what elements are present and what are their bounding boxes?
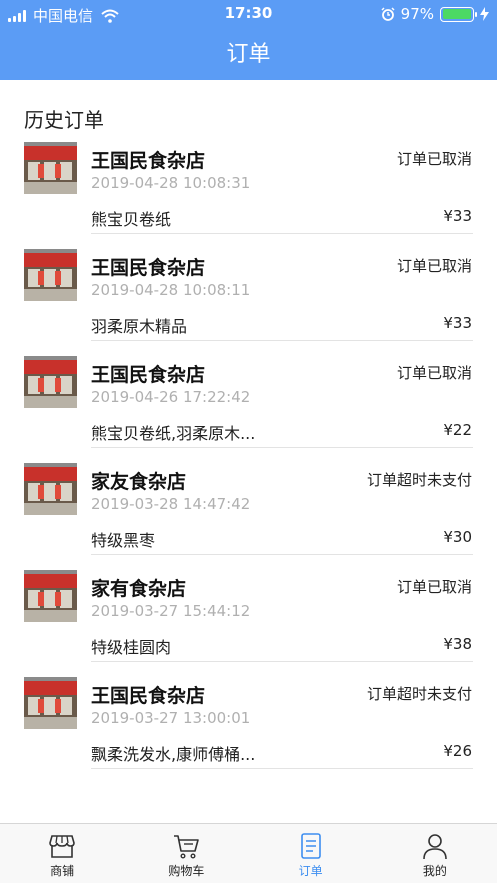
shop-thumbnail xyxy=(24,249,77,301)
order-item[interactable]: 王国民食杂店 订单已取消 2019-04-26 17:22:42 熊宝贝卷纸,羽… xyxy=(0,354,497,461)
shop-name: 王国民食杂店 xyxy=(91,685,206,707)
order-time: 2019-04-28 10:08:31 xyxy=(91,174,251,192)
order-items: 特级黑枣 xyxy=(91,531,156,550)
order-price: ¥33 xyxy=(443,207,472,225)
orders-icon xyxy=(300,833,321,859)
order-item[interactable]: 家友食杂店 订单超时未支付 2019-03-28 14:47:42 特级黑枣 ¥… xyxy=(0,461,497,568)
profile-icon xyxy=(423,834,447,860)
order-price: ¥30 xyxy=(443,528,472,546)
order-items: 熊宝贝卷纸 xyxy=(91,210,172,229)
shop-name: 家友食杂店 xyxy=(91,471,187,493)
tab-label: 订单 xyxy=(298,864,323,878)
order-item[interactable]: 家有食杂店 订单已取消 2019-03-27 15:44:12 特级桂圆肉 ¥3… xyxy=(0,568,497,675)
cart-icon xyxy=(174,835,200,859)
order-time: 2019-03-27 13:00:01 xyxy=(91,709,251,727)
divider xyxy=(91,661,473,662)
order-time: 2019-04-26 17:22:42 xyxy=(91,388,251,406)
divider xyxy=(91,233,473,234)
app-header: 中国电信 17:30 97% 订单 xyxy=(0,0,497,80)
tab-label: 我的 xyxy=(422,864,447,878)
shop-thumbnail xyxy=(24,463,77,515)
order-list: 王国民食杂店 订单已取消 2019-04-28 10:08:31 熊宝贝卷纸 ¥… xyxy=(0,140,497,782)
order-item[interactable]: 王国民食杂店 订单超时未支付 2019-03-27 13:00:01 飘柔洗发水… xyxy=(0,675,497,782)
order-status: 订单已取消 xyxy=(396,364,472,382)
order-items: 熊宝贝卷纸,羽柔原木... xyxy=(91,424,256,443)
shop-thumbnail xyxy=(24,142,77,194)
tab-label: 购物车 xyxy=(168,864,205,878)
order-price: ¥38 xyxy=(443,635,472,653)
battery-icon xyxy=(440,6,477,22)
shop-thumbnail xyxy=(24,677,77,729)
shop-thumbnail xyxy=(24,356,77,408)
order-status: 订单超时未支付 xyxy=(366,685,472,703)
order-time: 2019-04-28 10:08:11 xyxy=(91,281,251,299)
order-status: 订单已取消 xyxy=(396,578,472,596)
tab-label: 商铺 xyxy=(50,864,75,878)
order-items: 羽柔原木精品 xyxy=(91,317,188,336)
bottom-tab-bar: 商铺 购物车 订单 我的 xyxy=(0,823,497,883)
tab-store[interactable]: 商铺 xyxy=(0,824,124,883)
order-items: 特级桂圆肉 xyxy=(91,638,172,657)
divider xyxy=(91,554,473,555)
order-time: 2019-03-28 14:47:42 xyxy=(91,495,251,513)
status-bar: 中国电信 17:30 97% xyxy=(0,0,497,28)
tab-orders[interactable]: 订单 xyxy=(249,824,373,883)
section-title: 历史订单 xyxy=(24,108,104,132)
order-price: ¥26 xyxy=(443,742,472,760)
store-icon xyxy=(49,835,75,858)
order-items: 飘柔洗发水,康师傅桶... xyxy=(91,745,256,764)
battery-percent: 97% xyxy=(400,5,434,23)
shop-name: 家有食杂店 xyxy=(91,578,187,600)
shop-name: 王国民食杂店 xyxy=(91,364,206,386)
divider xyxy=(91,447,473,448)
order-status: 订单已取消 xyxy=(396,257,472,275)
order-price: ¥33 xyxy=(443,314,472,332)
shop-name: 王国民食杂店 xyxy=(91,150,206,172)
order-time: 2019-03-27 15:44:12 xyxy=(91,602,251,620)
charging-icon xyxy=(480,7,489,21)
order-status: 订单超时未支付 xyxy=(366,471,472,489)
divider xyxy=(91,340,473,341)
shop-name: 王国民食杂店 xyxy=(91,257,206,279)
order-price: ¥22 xyxy=(443,421,472,439)
tab-cart[interactable]: 购物车 xyxy=(124,824,248,883)
divider xyxy=(91,768,473,769)
order-status: 订单已取消 xyxy=(396,150,472,168)
order-item[interactable]: 王国民食杂店 订单已取消 2019-04-28 10:08:11 羽柔原木精品 … xyxy=(0,247,497,354)
tab-profile[interactable]: 我的 xyxy=(373,824,497,883)
order-item[interactable]: 王国民食杂店 订单已取消 2019-04-28 10:08:31 熊宝贝卷纸 ¥… xyxy=(0,140,497,247)
shop-thumbnail xyxy=(24,570,77,622)
page-title: 订单 xyxy=(226,42,271,67)
alarm-icon xyxy=(381,7,395,21)
